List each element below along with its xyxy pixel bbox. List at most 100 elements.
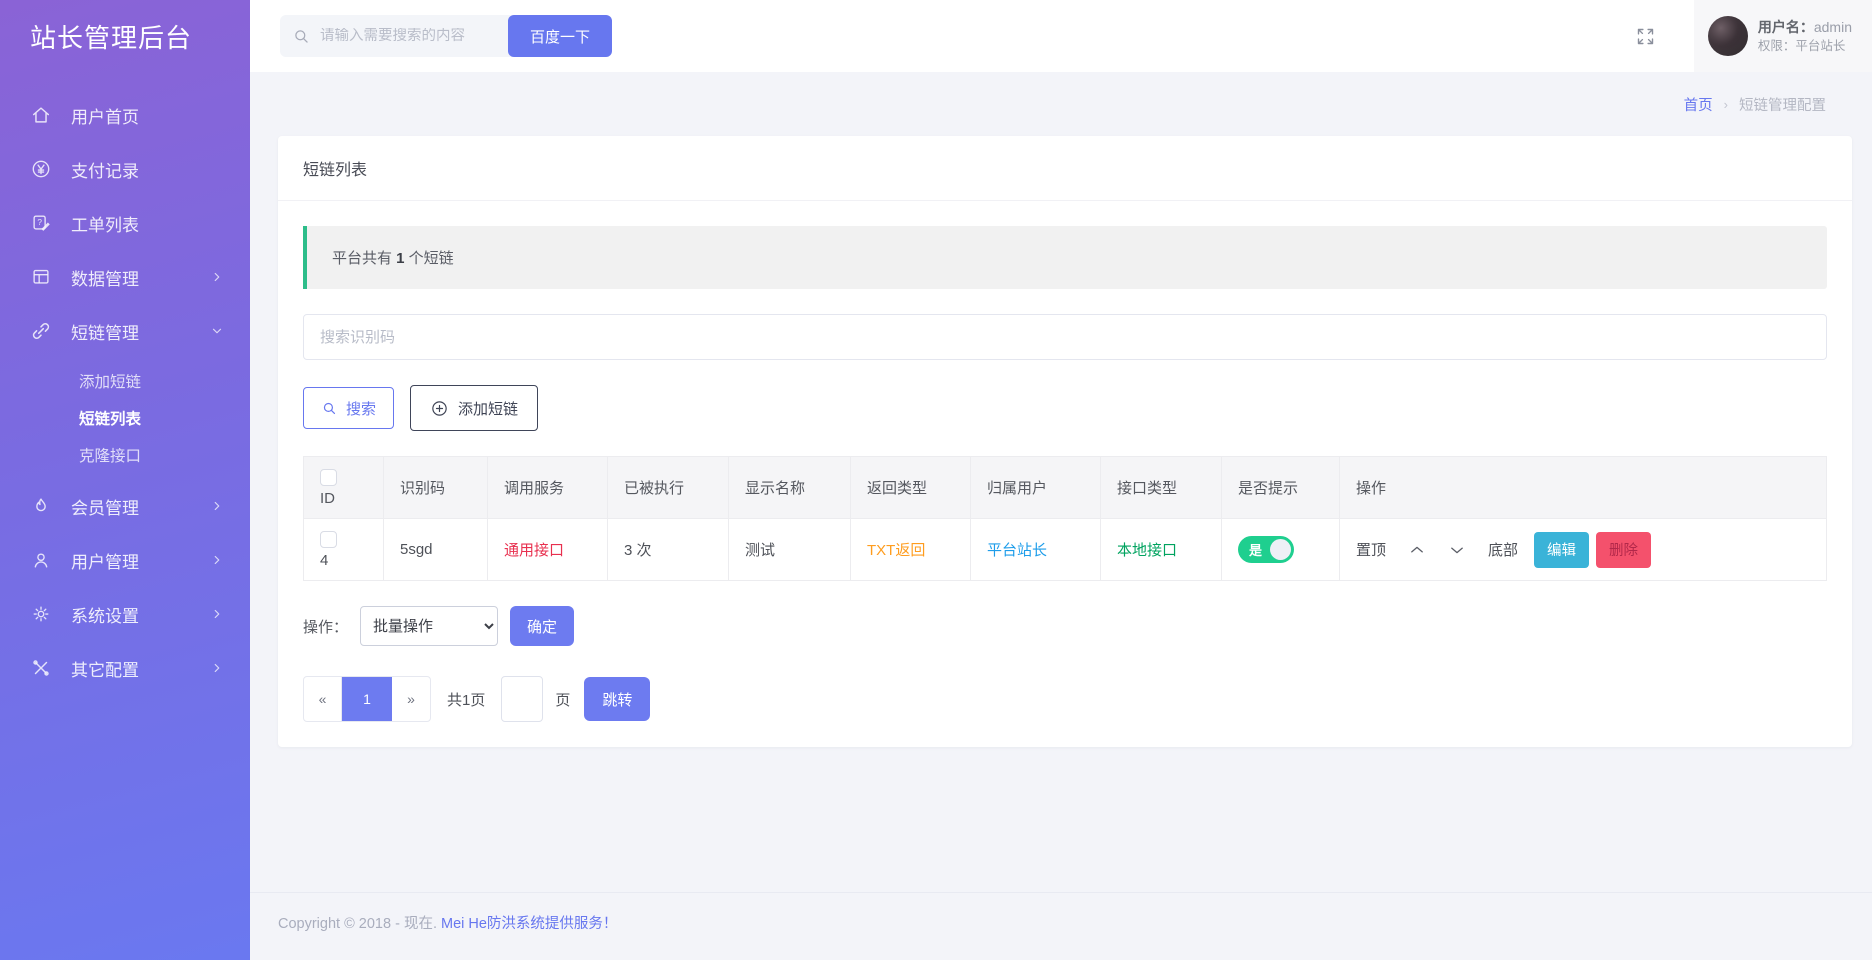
page-total: 共1页 (447, 689, 485, 710)
prompt-toggle[interactable]: 是 (1238, 536, 1294, 563)
svg-text:?: ? (37, 218, 42, 227)
header-id: ID (304, 457, 384, 519)
row-action-buttons: 编辑 删除 (1534, 532, 1651, 568)
shortlink-list-card: 短链列表 平台共有 1 个短链 搜索 添加短链 (278, 136, 1852, 747)
breadcrumb-current: 短链管理配置 (1739, 94, 1826, 115)
sidebar-item-label: 工单列表 (71, 211, 139, 236)
row-checkbox[interactable] (320, 531, 337, 548)
sidebar-item-users[interactable]: 用户管理 (0, 533, 250, 587)
header-owner: 归属用户 (971, 457, 1101, 519)
sidebar-item-label: 数据管理 (71, 265, 139, 290)
user-role-label: 权限： (1758, 39, 1796, 53)
footer-link[interactable]: Mei He防洪系统提供服务！ (441, 916, 617, 932)
pagination: « 1 » 共1页 页 跳转 (303, 676, 1827, 722)
toolbar: 搜索 添加短链 (303, 385, 1827, 431)
sidebar-subitem-add-shortlink[interactable]: 添加短链 (0, 362, 250, 399)
card-body: 平台共有 1 个短链 搜索 添加短链 (278, 201, 1852, 747)
sidebar: 站长管理后台 用户首页 支付记录 ? 工单列表 数据管理 (0, 0, 250, 960)
link-icon (30, 320, 52, 342)
data-grid-icon (30, 266, 52, 288)
search-icon (321, 400, 338, 417)
sidebar-item-tickets[interactable]: ? 工单列表 (0, 196, 250, 250)
topbar-search-wrap (280, 15, 513, 57)
cell-actions: 置顶 底部 编辑 删除 (1340, 519, 1827, 581)
payment-icon (30, 158, 52, 180)
breadcrumb-home-link[interactable]: 首页 (1684, 94, 1713, 115)
sidebar-item-payments[interactable]: 支付记录 (0, 142, 250, 196)
toggle-knob (1270, 539, 1291, 560)
code-search-input[interactable] (303, 314, 1827, 360)
next-page-button[interactable]: » (392, 677, 430, 721)
row-actions: 置顶 底部 编辑 删除 (1356, 532, 1810, 568)
chevron-right-icon (210, 499, 224, 513)
cell-code: 5sgd (384, 519, 488, 581)
sidebar-item-members[interactable]: 会员管理 (0, 479, 250, 533)
sidebar-item-shortlinks[interactable]: 短链管理 (0, 304, 250, 358)
pager-group: « 1 » (303, 676, 431, 722)
delete-button[interactable]: 删除 (1596, 532, 1651, 568)
cell-service[interactable]: 通用接口 (488, 519, 608, 581)
prev-page-button[interactable]: « (304, 677, 342, 721)
shortlinks-submenu: 添加短链 短链列表 克隆接口 (0, 358, 250, 479)
sidebar-item-home[interactable]: 用户首页 (0, 88, 250, 142)
move-up-icon[interactable] (1408, 541, 1426, 559)
user-meta: 用户名：admin 权限：平台站长 (1758, 17, 1852, 55)
toggle-label: 是 (1249, 540, 1262, 559)
sidebar-item-label: 用户首页 (71, 103, 139, 128)
sidebar-subitem-shortlink-list[interactable]: 短链列表 (0, 399, 250, 436)
sidebar-item-label: 其它配置 (71, 656, 139, 681)
user-name-label: 用户名： (1758, 19, 1814, 35)
pin-bottom-link[interactable]: 底部 (1488, 539, 1518, 560)
cell-display-name: 测试 (729, 519, 851, 581)
search-button[interactable]: 搜索 (303, 387, 394, 429)
header-return-type: 返回类型 (851, 457, 971, 519)
bulk-actions: 操作： 批量操作 确定 (303, 606, 1827, 646)
cell-owner[interactable]: 平台站长 (971, 519, 1101, 581)
add-shortlink-button[interactable]: 添加短链 (410, 385, 538, 431)
table-header-row: ID 识别码 调用服务 已被执行 显示名称 返回类型 归属用户 接口类型 是否提… (304, 457, 1827, 519)
user-icon (30, 549, 52, 571)
sidebar-item-misc[interactable]: 其它配置 (0, 641, 250, 695)
avatar (1708, 16, 1748, 56)
header-id-label: ID (320, 490, 367, 507)
header-executed: 已被执行 (608, 457, 729, 519)
search-button-label: 搜索 (346, 398, 376, 419)
chevron-right-icon (210, 607, 224, 621)
sidebar-item-label: 支付记录 (71, 157, 139, 182)
header-prompt: 是否提示 (1222, 457, 1340, 519)
fullscreen-icon[interactable] (1635, 26, 1656, 47)
header-display-name: 显示名称 (729, 457, 851, 519)
search-icon (292, 27, 311, 46)
edit-button[interactable]: 编辑 (1534, 532, 1589, 568)
breadcrumb-separator: › (1724, 97, 1728, 112)
sidebar-item-settings[interactable]: 系统设置 (0, 587, 250, 641)
cell-prompt: 是 (1222, 519, 1340, 581)
header-service: 调用服务 (488, 457, 608, 519)
topbar-search-input[interactable] (320, 28, 501, 44)
pin-top-link[interactable]: 置顶 (1356, 539, 1386, 560)
header-actions: 操作 (1340, 457, 1827, 519)
bulk-label: 操作： (303, 616, 348, 637)
page-unit: 页 (555, 689, 570, 710)
app-brand: 站长管理后台 (0, 0, 250, 72)
select-all-checkbox[interactable] (320, 469, 337, 486)
user-role: 权限：平台站长 (1758, 37, 1852, 55)
jump-page-input[interactable] (501, 676, 543, 722)
cell-api-type: 本地接口 (1101, 519, 1222, 581)
move-down-icon[interactable] (1448, 541, 1466, 559)
user-name: 用户名：admin (1758, 17, 1852, 37)
cell-return-type[interactable]: TXT返回 (851, 519, 971, 581)
alert-count: 1 (396, 250, 404, 267)
chevron-right-icon (210, 270, 224, 284)
ticket-icon: ? (30, 212, 52, 234)
sidebar-item-data[interactable]: 数据管理 (0, 250, 250, 304)
sidebar-subitem-clone-api[interactable]: 克隆接口 (0, 436, 250, 473)
sidebar-item-label: 会员管理 (71, 494, 139, 519)
confirm-button[interactable]: 确定 (510, 606, 574, 646)
page-1-button[interactable]: 1 (342, 677, 392, 721)
jump-button[interactable]: 跳转 (584, 677, 650, 721)
baidu-search-button[interactable]: 百度一下 (508, 15, 612, 57)
bulk-action-select[interactable]: 批量操作 (360, 606, 498, 646)
home-icon (30, 104, 52, 126)
user-menu[interactable]: 用户名：admin 权限：平台站长 (1694, 0, 1872, 72)
